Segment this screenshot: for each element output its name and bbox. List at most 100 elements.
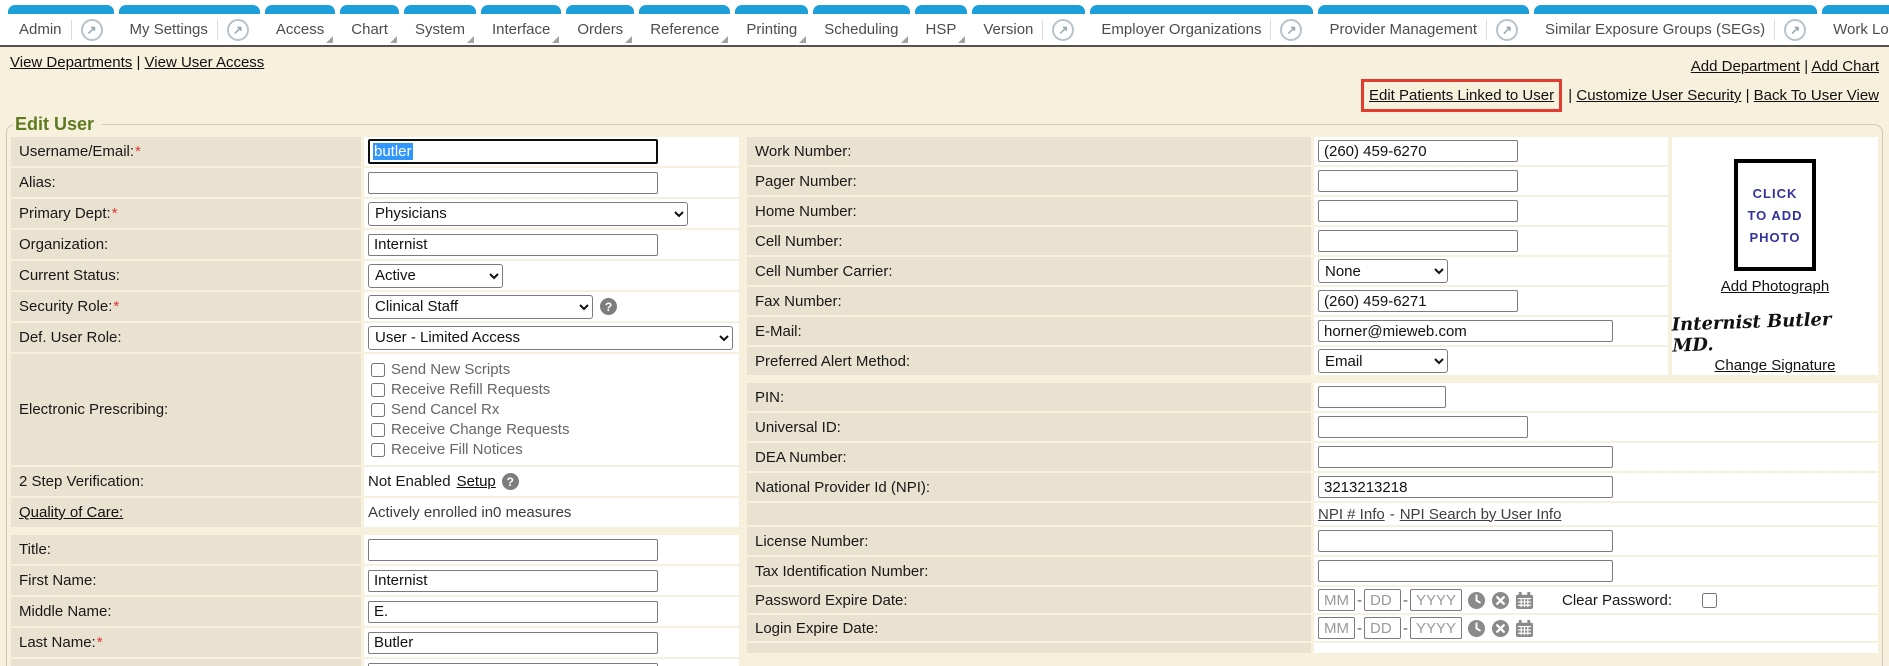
tab-divider bbox=[1042, 20, 1043, 40]
edit-patients-linked-link[interactable]: Edit Patients Linked to User bbox=[1369, 87, 1554, 104]
npi-search-link[interactable]: NPI Search by User Info bbox=[1400, 506, 1562, 523]
send-cancel-rx-checkbox[interactable] bbox=[371, 403, 385, 417]
license-number-input[interactable] bbox=[1318, 530, 1613, 552]
dea-number-input[interactable] bbox=[1318, 446, 1613, 468]
password-expire-month-input[interactable] bbox=[1318, 589, 1355, 611]
npi-input[interactable] bbox=[1318, 476, 1613, 498]
username-input[interactable]: butler bbox=[368, 139, 658, 164]
dropdown-corner-icon bbox=[552, 36, 559, 43]
separator: | bbox=[1804, 58, 1808, 75]
back-to-user-view-link[interactable]: Back To User View bbox=[1754, 87, 1879, 104]
tax-id-input[interactable] bbox=[1318, 560, 1613, 582]
row-security-role: Security Role:* Clinical Staff? bbox=[11, 292, 739, 321]
send-new-scripts-checkbox[interactable] bbox=[371, 363, 385, 377]
security-role-select[interactable]: Clinical Staff bbox=[368, 295, 593, 319]
quality-of-care-link[interactable]: Quality of Care: bbox=[19, 504, 123, 521]
tab-accent-bar bbox=[735, 5, 808, 14]
calendar-icon[interactable] bbox=[1515, 619, 1534, 638]
cell-number-input[interactable] bbox=[1318, 230, 1518, 252]
middle-name-input[interactable] bbox=[368, 601, 658, 623]
fax-number-input[interactable] bbox=[1318, 290, 1518, 312]
tab-accent-bar bbox=[915, 5, 968, 14]
add-photo-placeholder[interactable]: CLICK TO ADD PHOTO bbox=[1734, 159, 1816, 271]
primary-dept-select[interactable]: Physicians bbox=[368, 202, 688, 226]
home-number-input[interactable] bbox=[1318, 200, 1518, 222]
add-chart-link[interactable]: Add Chart bbox=[1811, 58, 1879, 75]
login-expire-day-input[interactable] bbox=[1364, 617, 1401, 639]
field-label: Alias: bbox=[11, 168, 361, 197]
preferred-alert-select[interactable]: Email bbox=[1318, 349, 1448, 373]
add-department-link[interactable]: Add Department bbox=[1691, 58, 1800, 75]
tab-chart[interactable]: Chart bbox=[340, 5, 399, 45]
receive-fill-notices-option[interactable]: Receive Fill Notices bbox=[370, 441, 523, 458]
tab-admin[interactable]: Admin↗ bbox=[8, 5, 114, 45]
tab-employer-organizations[interactable]: Employer Organizations↗ bbox=[1090, 5, 1313, 45]
pager-number-input[interactable] bbox=[1318, 170, 1518, 192]
work-number-input[interactable] bbox=[1318, 140, 1518, 162]
row-password-expire: Password Expire Date: - - Clear Password… bbox=[747, 587, 1878, 613]
npi-info-link[interactable]: NPI # Info bbox=[1318, 506, 1385, 523]
def-user-role-select[interactable]: User - Limited Access bbox=[368, 326, 733, 350]
date-separator: - bbox=[1403, 620, 1408, 637]
login-expire-year-input[interactable] bbox=[1410, 617, 1462, 639]
tab-orders[interactable]: Orders bbox=[566, 5, 634, 45]
clear-password-checkbox[interactable] bbox=[1702, 593, 1717, 608]
two-step-setup-link[interactable]: Setup bbox=[457, 473, 496, 490]
tab-my-settings[interactable]: My Settings↗ bbox=[119, 5, 260, 45]
dropdown-corner-icon bbox=[901, 36, 908, 43]
receive-refill-requests-option[interactable]: Receive Refill Requests bbox=[370, 381, 550, 398]
add-photograph-link[interactable]: Add Photograph bbox=[1721, 278, 1829, 295]
send-cancel-rx-option[interactable]: Send Cancel Rx bbox=[370, 401, 499, 418]
title-input[interactable] bbox=[368, 539, 658, 561]
tab-label: Similar Exposure Groups (SEGs) bbox=[1545, 21, 1765, 38]
tab-printing[interactable]: Printing bbox=[735, 5, 808, 45]
tab-system[interactable]: System bbox=[404, 5, 476, 45]
login-expire-month-input[interactable] bbox=[1318, 617, 1355, 639]
last-name-input[interactable] bbox=[368, 632, 658, 654]
email-input[interactable] bbox=[1318, 320, 1613, 342]
organization-input[interactable] bbox=[368, 234, 658, 256]
change-signature-link[interactable]: Change Signature bbox=[1715, 357, 1836, 374]
clock-icon[interactable] bbox=[1467, 619, 1486, 638]
tab-access[interactable]: Access bbox=[265, 5, 335, 45]
tab-work-locations[interactable]: Work Locations↗ bbox=[1822, 5, 1889, 45]
tab-label: Orders bbox=[577, 21, 623, 38]
tab-version[interactable]: Version↗ bbox=[972, 5, 1085, 45]
help-icon[interactable]: ? bbox=[502, 473, 519, 490]
clear-date-icon[interactable] bbox=[1491, 591, 1510, 610]
universal-id-input[interactable] bbox=[1318, 416, 1528, 438]
calendar-icon[interactable] bbox=[1515, 591, 1534, 610]
separator: | bbox=[1746, 87, 1750, 104]
external-link-icon: ↗ bbox=[1496, 19, 1518, 41]
clear-date-icon[interactable] bbox=[1491, 619, 1510, 638]
tab-similar-exposure-groups[interactable]: Similar Exposure Groups (SEGs)↗ bbox=[1534, 5, 1817, 45]
dropdown-corner-icon bbox=[390, 36, 397, 43]
customize-user-security-link[interactable]: Customize User Security bbox=[1576, 87, 1741, 104]
receive-change-requests-checkbox[interactable] bbox=[371, 423, 385, 437]
receive-fill-notices-checkbox[interactable] bbox=[371, 443, 385, 457]
tab-scheduling[interactable]: Scheduling bbox=[813, 5, 909, 45]
tab-reference[interactable]: Reference bbox=[639, 5, 730, 45]
row-title: Title: bbox=[11, 535, 739, 564]
password-expire-day-input[interactable] bbox=[1364, 589, 1401, 611]
help-icon[interactable]: ? bbox=[600, 298, 617, 315]
first-name-input[interactable] bbox=[368, 570, 658, 592]
cell-carrier-select[interactable]: None bbox=[1318, 259, 1448, 283]
pin-input[interactable] bbox=[1318, 386, 1446, 408]
tab-provider-management[interactable]: Provider Management↗ bbox=[1318, 5, 1529, 45]
tab-hsp[interactable]: HSP bbox=[915, 5, 968, 45]
send-new-scripts-option[interactable]: Send New Scripts bbox=[370, 361, 510, 378]
alias-input[interactable] bbox=[368, 172, 658, 194]
view-departments-link[interactable]: View Departments bbox=[10, 54, 132, 71]
receive-refill-requests-checkbox[interactable] bbox=[371, 383, 385, 397]
receive-change-requests-option[interactable]: Receive Change Requests bbox=[370, 421, 569, 438]
suffix-input[interactable] bbox=[368, 663, 658, 666]
password-expire-year-input[interactable] bbox=[1410, 589, 1462, 611]
view-user-access-link[interactable]: View User Access bbox=[145, 54, 265, 71]
tab-interface[interactable]: Interface bbox=[481, 5, 561, 45]
checkbox-label: Send Cancel Rx bbox=[391, 401, 499, 418]
clock-icon[interactable] bbox=[1467, 591, 1486, 610]
tab-divider bbox=[217, 20, 218, 40]
field-label: Login Expire Date: bbox=[747, 615, 1311, 641]
current-status-select[interactable]: Active bbox=[368, 264, 503, 288]
